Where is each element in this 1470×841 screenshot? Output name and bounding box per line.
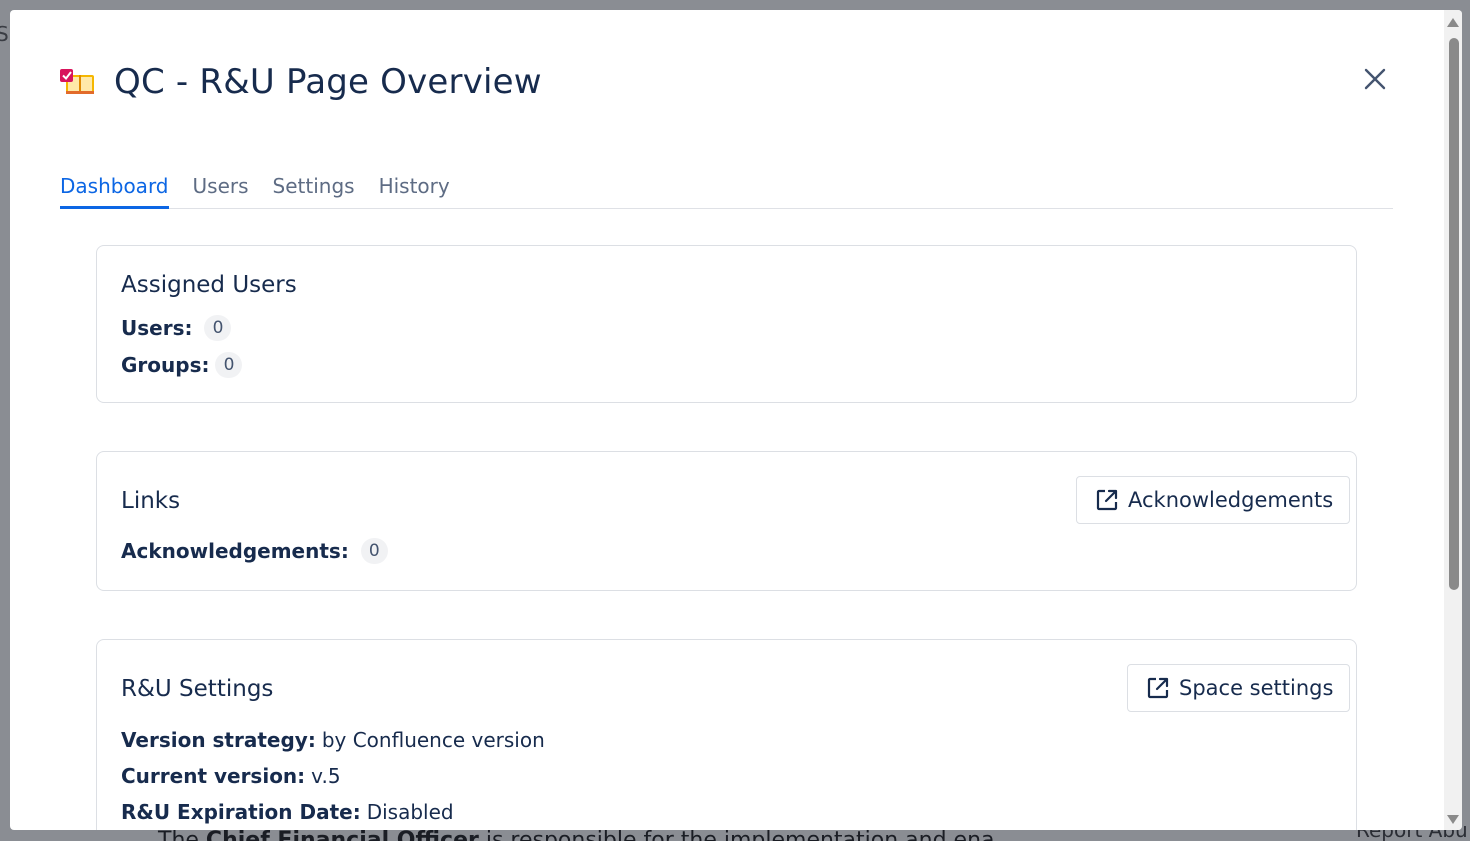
assigned-users-card: Assigned Users Users: 0 Groups: 0 (96, 245, 1357, 403)
modal-header: QC - R&U Page Overview (60, 62, 542, 102)
users-count-row: Users: 0 (121, 315, 232, 341)
tab-history[interactable]: History (379, 174, 450, 209)
current-version-row: Current version: v.5 (121, 764, 341, 788)
external-link-icon (1147, 677, 1169, 699)
space-settings-button[interactable]: Space settings (1127, 664, 1351, 712)
modal-title: QC - R&U Page Overview (114, 62, 542, 102)
book-checklist-icon (60, 67, 96, 97)
tab-users[interactable]: Users (193, 174, 249, 209)
tab-bar: Dashboard Users Settings History (60, 174, 1393, 209)
scroll-down-arrow-icon[interactable] (1447, 815, 1459, 824)
version-strategy-label: Version strategy: (121, 728, 316, 752)
close-icon (1364, 68, 1386, 90)
tab-dashboard[interactable]: Dashboard (60, 174, 169, 209)
scroll-up-arrow-icon[interactable] (1447, 18, 1459, 27)
groups-label: Groups: (121, 353, 210, 377)
links-card: Links Acknowledgements Acknowledgements:… (96, 451, 1357, 591)
groups-count-badge: 0 (215, 352, 243, 378)
expiration-date-value: Disabled (366, 800, 454, 824)
acknowledgements-count-row: Acknowledgements: 0 (121, 538, 388, 564)
version-strategy-value: by Confluence version (321, 728, 545, 752)
current-version-label: Current version: (121, 764, 306, 788)
acknowledgements-count-badge: 0 (360, 538, 388, 564)
background-left-fragment: S (0, 22, 9, 46)
tab-settings[interactable]: Settings (273, 174, 355, 209)
links-title: Links (121, 488, 181, 514)
modal-scrollbar[interactable] (1444, 10, 1462, 830)
users-count-badge: 0 (204, 315, 232, 341)
users-label: Users: (121, 316, 193, 340)
expiration-date-label: R&U Expiration Date: (121, 800, 361, 824)
version-strategy-row: Version strategy: by Confluence version (121, 728, 545, 752)
ru-settings-card: R&U Settings Space settings Version stra… (96, 639, 1357, 830)
expiration-date-row: R&U Expiration Date: Disabled (121, 800, 454, 824)
scrollbar-thumb[interactable] (1449, 38, 1459, 590)
acknowledgements-button-label: Acknowledgements (1128, 488, 1334, 512)
assigned-users-title: Assigned Users (121, 272, 297, 298)
page-overview-modal: QC - R&U Page Overview Dashboard Users S… (10, 10, 1462, 830)
space-settings-button-label: Space settings (1179, 676, 1334, 700)
external-link-icon (1096, 489, 1118, 511)
current-version-value: v.5 (311, 764, 341, 788)
close-button[interactable] (1362, 66, 1388, 92)
acknowledgements-label: Acknowledgements: (121, 539, 349, 563)
groups-count-row: Groups: 0 (121, 352, 243, 378)
ru-settings-title: R&U Settings (121, 676, 274, 702)
acknowledgements-button[interactable]: Acknowledgements (1076, 476, 1351, 524)
